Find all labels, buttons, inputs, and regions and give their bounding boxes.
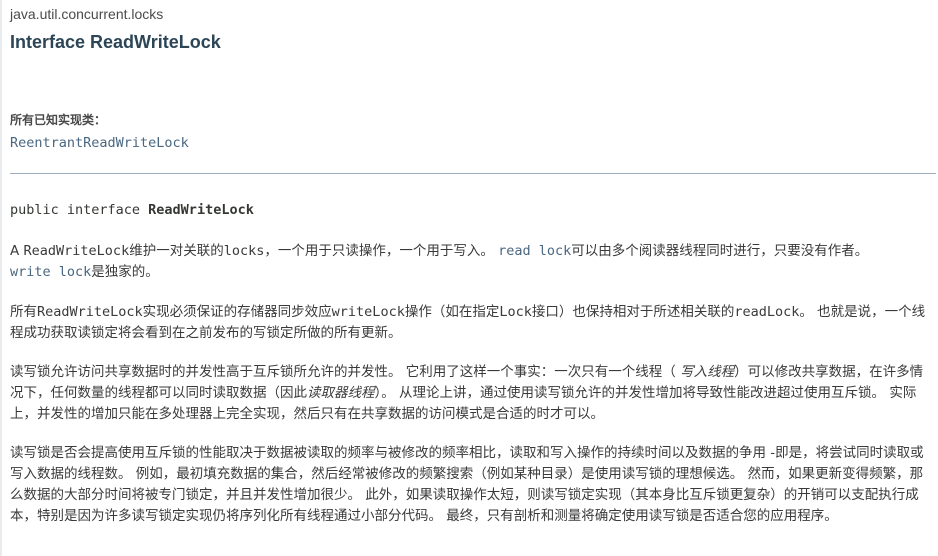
p2-text-e: 操作（如在指定 [404, 304, 500, 320]
p3-em-writer: 写入线程 [680, 364, 735, 380]
left-border [0, 0, 2, 556]
p3-text-a: 读写锁允许访问共享数据时的并发性高于互斥锁所允许的并发性。 它利用了这样一个事实… [10, 364, 681, 380]
p2-text-a: 所有 [10, 304, 37, 320]
description-paragraph-3: 读写锁允许访问共享数据时的并发性高于互斥锁所允许的并发性。 它利用了这样一个事实… [10, 362, 936, 425]
page-title: Interface ReadWriteLock [10, 32, 221, 52]
p2-code-writelock: writeLock [331, 304, 405, 320]
description-paragraph-1: A ReadWriteLock维护一对关联的locks，一个用于只读操作，一个用… [10, 241, 936, 283]
p2-text-c: 实现必须保证的存储器同步效应 [142, 304, 332, 320]
write-lock-link[interactable]: write lock [10, 264, 91, 280]
p1-code-locks: locks [223, 243, 265, 259]
p1-code-readwritelock: ReadWriteLock [23, 243, 130, 259]
p1-text-e: ，一个用于只读操作，一个用于写入。 [264, 243, 499, 259]
p1-text-g: 可以由多个阅读器线程同时进行，只要没有作者。 [571, 243, 869, 259]
interface-declaration: public interface ReadWriteLock [10, 202, 254, 218]
description-paragraph-2: 所有ReadWriteLock实现必须保证的存储器同步效应writeLock操作… [10, 302, 936, 344]
p2-code-lock: Lock [499, 304, 532, 320]
p1-text-c: 维护一对关联的 [129, 243, 224, 259]
p2-code-readlock: readLock [734, 304, 800, 320]
description-paragraph-4: 读写锁是否会提高使用互斥锁的性能取决于数据被读取的频率与被修改的频率相比，读取和… [10, 445, 924, 524]
p3-em-reader: 读取器线程 [307, 385, 375, 401]
divider [10, 173, 936, 174]
p2-text-g: 接口）也保持相对于所述相关联的 [531, 304, 735, 320]
p1-text-a: A [10, 243, 24, 259]
known-implementing-classes-label: 所有已知实现类： [10, 113, 107, 127]
reentrant-readwritelock-link[interactable]: ReentrantReadWriteLock [10, 135, 189, 151]
package-name: java.util.concurrent.locks [10, 6, 164, 22]
read-lock-link[interactable]: read lock [498, 243, 571, 259]
p1-text-i: 是独家的。 [91, 264, 159, 280]
declaration-prefix: public interface [10, 202, 149, 218]
p2-code-readwritelock: ReadWriteLock [37, 304, 143, 320]
declaration-name: ReadWriteLock [148, 202, 254, 218]
